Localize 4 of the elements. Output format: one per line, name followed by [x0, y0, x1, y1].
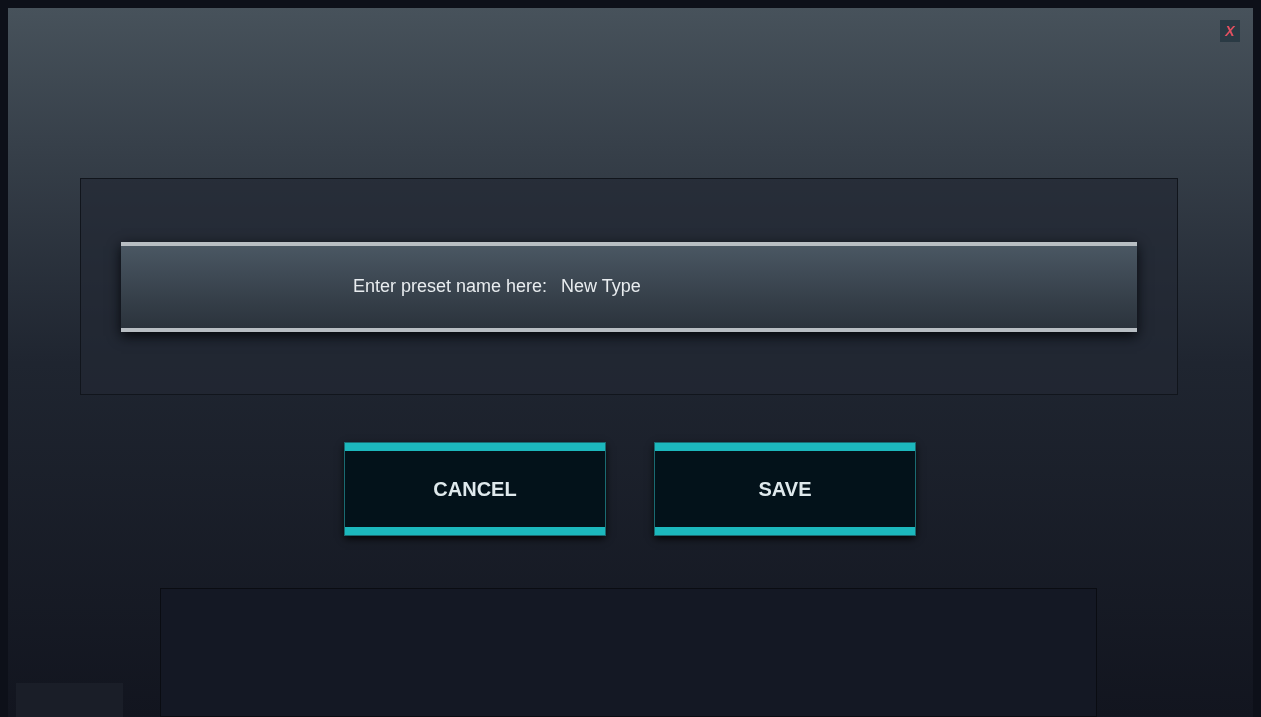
preset-name-label: Enter preset name here: [353, 275, 548, 298]
dialog-button[interactable]: SAVE [655, 443, 915, 535]
dialog-button[interactable]: CANCEL [345, 443, 605, 535]
preset-name-field[interactable]: New Type [561, 273, 862, 300]
